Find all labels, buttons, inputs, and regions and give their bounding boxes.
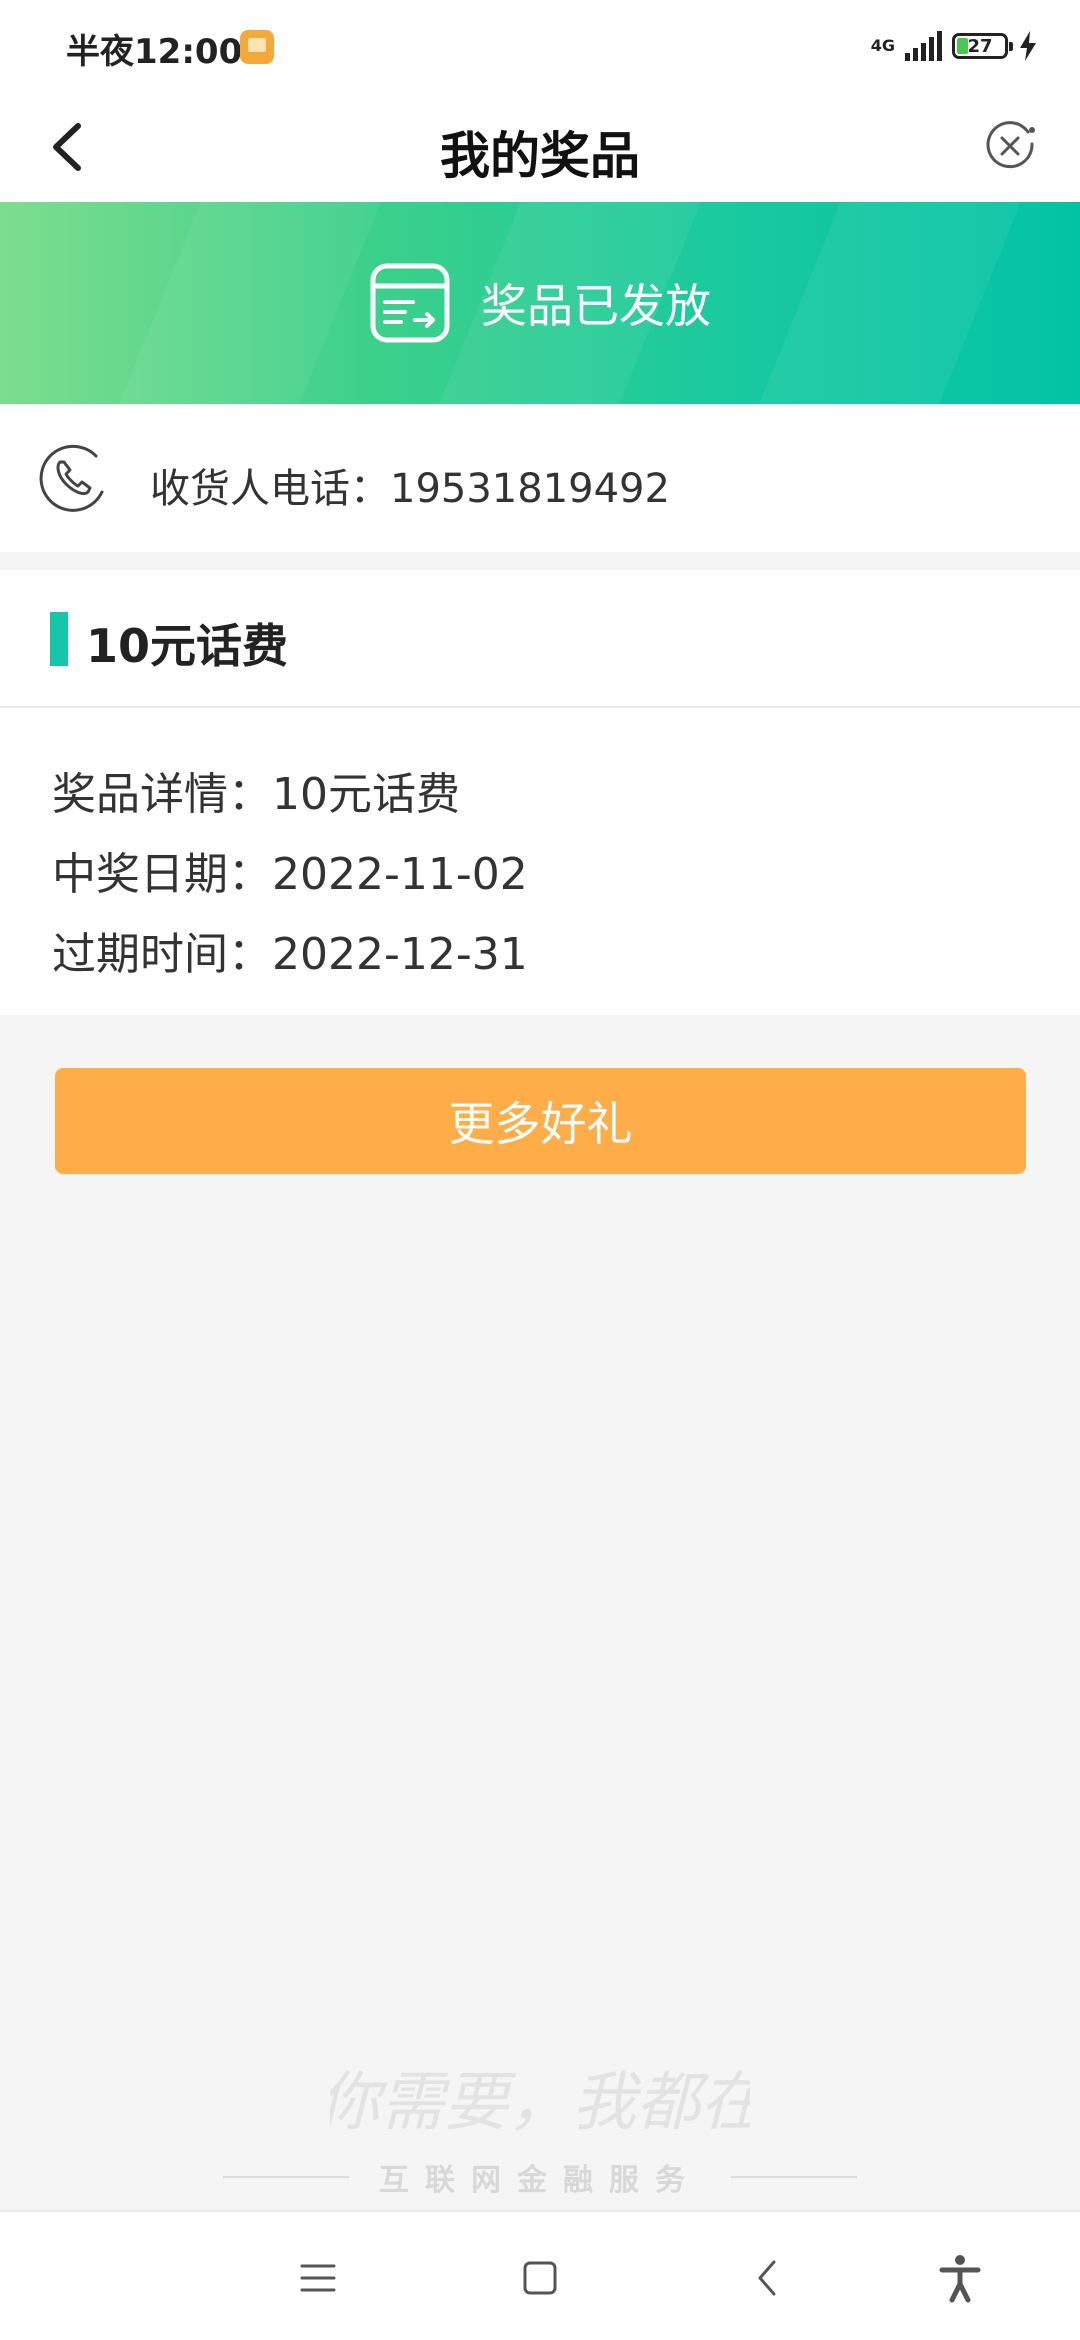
accessibility-icon[interactable] <box>932 2250 988 2306</box>
signal-strength-icon <box>905 31 942 61</box>
prize-card: 10元话费 奖品详情：10元话费 中奖日期：2022-11-02 过期时间：20… <box>0 570 1080 1015</box>
network-type: 4G <box>870 36 895 55</box>
recipient-phone-label: 收货人电话：19531819492 <box>150 466 670 512</box>
header-bar: 我的奖品 <box>0 92 1080 202</box>
prize-win-date-row: 中奖日期：2022-11-02 <box>52 849 528 900</box>
slogan-artwork: 你需要，我都在 <box>330 2066 750 2140</box>
system-navigation-bar <box>0 2210 1080 2340</box>
close-icon[interactable] <box>976 110 1044 182</box>
slogan-text: 你需要，我都在 <box>330 2066 750 2140</box>
prize-detail-row: 奖品详情：10元话费 <box>52 769 460 820</box>
more-gifts-button[interactable]: 更多好礼 <box>55 1068 1026 1174</box>
prize-title-accent <box>50 612 68 666</box>
footer-divider-right <box>731 2176 857 2178</box>
footer-tagline-text: 互联网金融服务 <box>379 2163 701 2198</box>
status-bar: 半夜12:00 4G 27 <box>0 0 1080 92</box>
prize-status-banner: 奖品已发放 <box>0 202 1080 404</box>
banner-text: 奖品已发放 <box>481 279 711 333</box>
battery-icon: 27 <box>952 33 1013 59</box>
phone-icon <box>39 444 104 512</box>
battery-level: 27 <box>967 35 993 57</box>
home-icon[interactable] <box>512 2250 568 2306</box>
page-title: 我的奖品 <box>440 127 640 185</box>
footer-divider-left <box>223 2176 349 2178</box>
status-indicators: 4G 27 <box>871 26 1038 66</box>
delivery-card-icon <box>370 263 450 343</box>
prize-expiry-row: 过期时间：2022-12-31 <box>52 929 528 980</box>
back-icon[interactable] <box>740 2250 796 2306</box>
prize-card-header: 10元话费 <box>0 570 1080 708</box>
status-time: 半夜12:00 <box>66 32 243 72</box>
prize-title: 10元话费 <box>86 619 289 673</box>
footer-tagline: 互联网金融服务 <box>0 2152 1080 2202</box>
message-app-icon <box>240 30 274 64</box>
charging-icon <box>1020 31 1036 61</box>
recipient-phone-row: 收货人电话：19531819492 <box>0 404 1080 552</box>
menu-icon[interactable] <box>290 2250 346 2306</box>
